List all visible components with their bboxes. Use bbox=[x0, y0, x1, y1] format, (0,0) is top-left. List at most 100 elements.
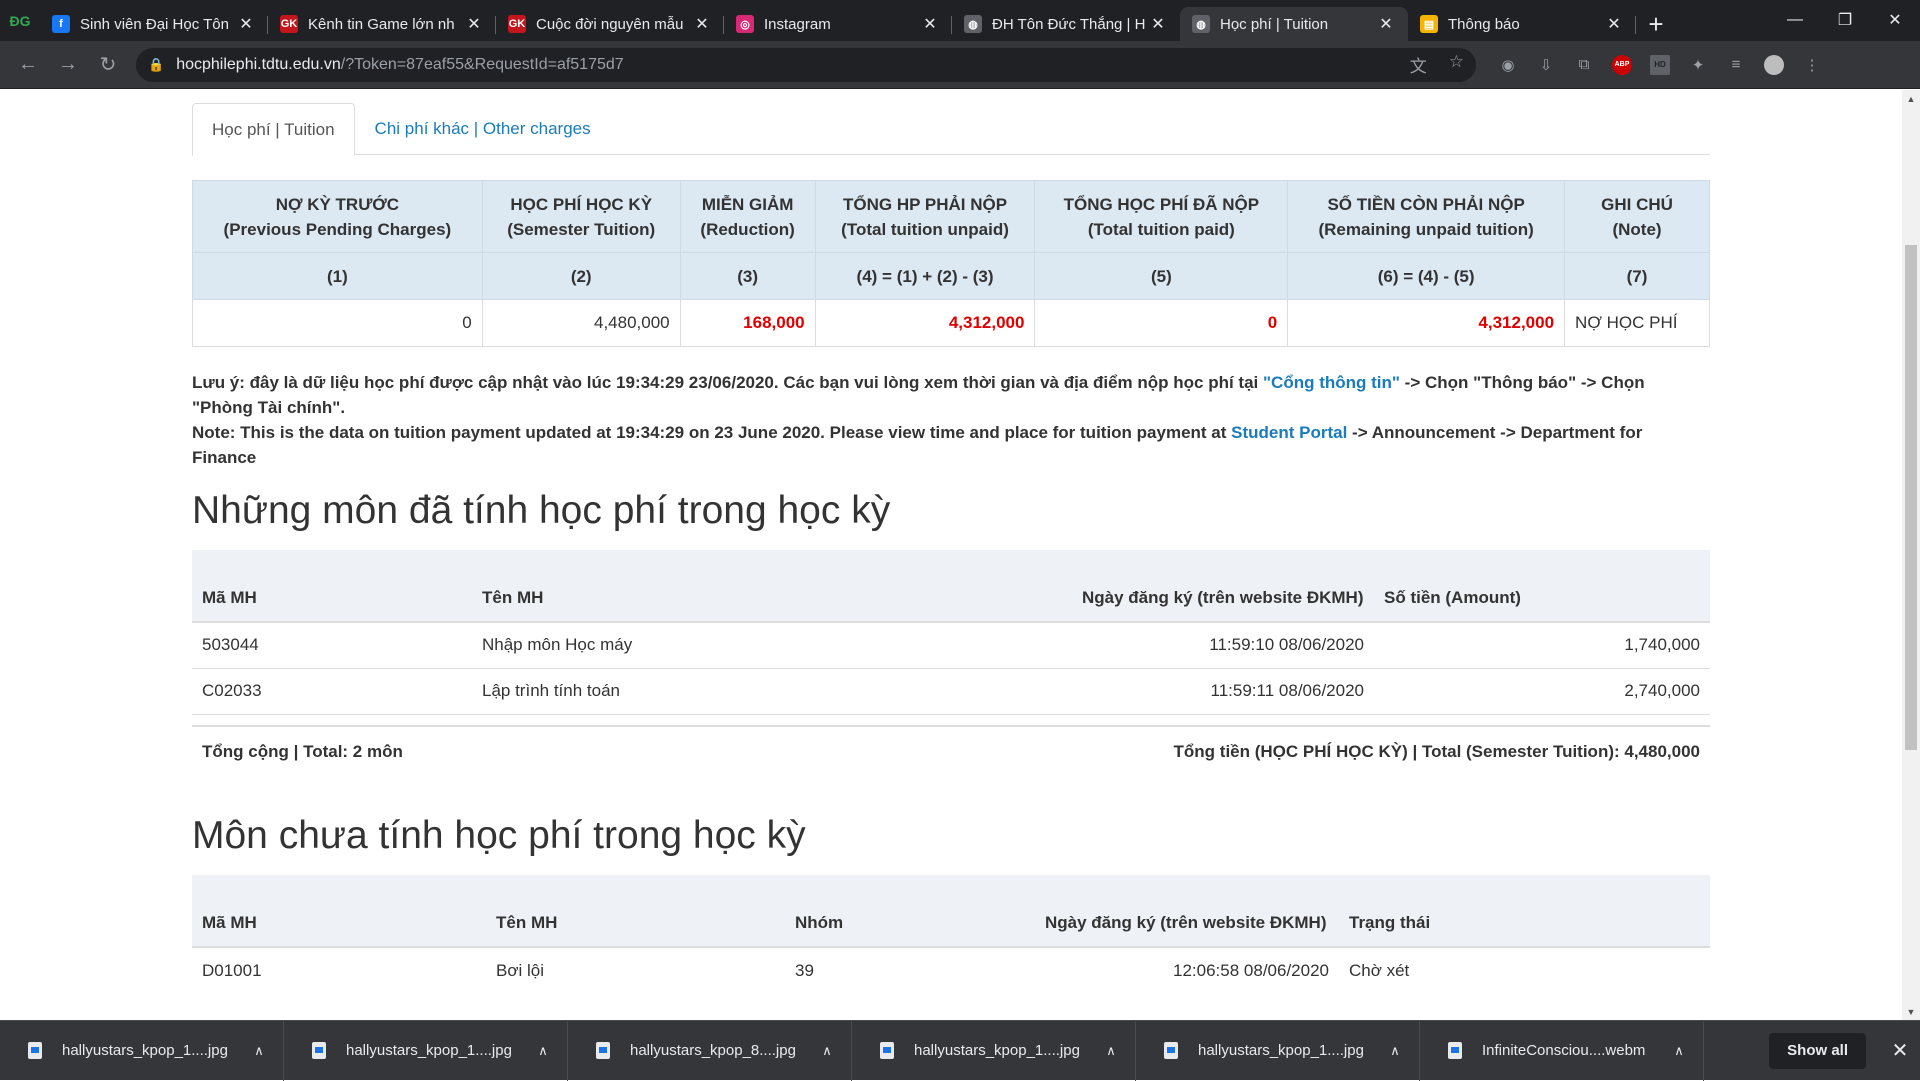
download-filename: InfiniteConsciou....webm bbox=[1482, 1042, 1646, 1059]
total-count: Tổng cộng | Total: 2 môn bbox=[192, 725, 1072, 777]
browser-tab[interactable]: GK Kênh tin Game lớn nh ✕ bbox=[268, 7, 496, 41]
fee-formula-cell: (5) bbox=[1034, 252, 1289, 300]
tuition-notice: Lưu ý: đây là dữ liệu học phí được cập n… bbox=[192, 370, 1710, 470]
file-icon bbox=[1164, 1042, 1178, 1059]
translate-icon[interactable]: 文 bbox=[1410, 52, 1427, 77]
restore-icon[interactable]: ❐ bbox=[1820, 0, 1870, 40]
browser-tab[interactable]: ◍ Học phí | Tuition ✕ bbox=[1180, 7, 1408, 41]
col-name: Tên MH bbox=[472, 550, 1072, 623]
chevron-up-icon[interactable]: ∧ bbox=[249, 1043, 269, 1059]
chevron-up-icon[interactable]: ∧ bbox=[1385, 1043, 1405, 1059]
chevron-up-icon[interactable]: ∧ bbox=[533, 1043, 553, 1059]
fee-header-vi: GHI CHÚ bbox=[1601, 194, 1673, 214]
fee-header-cell: HỌC PHÍ HỌC KỲ (Semester Tuition) bbox=[481, 180, 681, 253]
download-item[interactable]: hallyustars_kpop_1....jpg ∧ bbox=[852, 1020, 1136, 1081]
browser-tab[interactable]: ◍ ĐH Tôn Đức Thắng | H ✕ bbox=[952, 7, 1180, 41]
close-tab-icon[interactable]: ✕ bbox=[1604, 14, 1624, 34]
student-portal-link[interactable]: Student Portal bbox=[1231, 423, 1347, 442]
address-bar[interactable]: 🔒 hocphilephi.tdtu.edu.vn /?Token=87eaf5… bbox=[136, 47, 1476, 82]
col-date: Ngày đăng ký (trên website ĐKMH) bbox=[1035, 875, 1339, 948]
scroll-down-icon[interactable]: ▼ bbox=[1902, 1003, 1920, 1020]
table-row: C02033 Lập trình tính toán 11:59:11 08/06/… bbox=[192, 667, 1710, 714]
download-item[interactable]: hallyustars_kpop_1....jpg ∧ bbox=[1136, 1020, 1420, 1081]
fee-formula-cell: (1) bbox=[192, 252, 483, 300]
registration-date: 11:59:10 08/06/2020 bbox=[1072, 621, 1374, 668]
pinned-tab[interactable]: ĐG bbox=[0, 0, 40, 41]
tab-other-charges[interactable]: Chi phí khác | Other charges bbox=[355, 103, 611, 155]
extension-copy-icon[interactable]: ⧉ bbox=[1574, 55, 1594, 75]
file-icon bbox=[312, 1042, 326, 1059]
notice-english: Note: This is the data on tuition paymen… bbox=[192, 423, 1643, 467]
fee-header-vi: SỐ TIỀN CÒN PHẢI NỘP bbox=[1327, 194, 1525, 214]
media-queue-icon[interactable]: ≡ bbox=[1726, 55, 1746, 75]
browser-tab[interactable]: f Sinh viên Đại Học Tôn ✕ bbox=[40, 7, 268, 41]
browser-tab[interactable]: GK Cuộc đời nguyên mẫu ✕ bbox=[496, 7, 724, 41]
notice-vietnamese: Lưu ý: đây là dữ liệu học phí được cập n… bbox=[192, 373, 1645, 417]
download-filename: hallyustars_kpop_1....jpg bbox=[346, 1042, 512, 1059]
page-content: Học phí | Tuition Chi phí khác | Other c… bbox=[0, 90, 1902, 1020]
close-download-bar-icon[interactable]: ✕ bbox=[1880, 1038, 1920, 1063]
show-all-button[interactable]: Show all bbox=[1769, 1032, 1866, 1069]
col-name: Tên MH bbox=[486, 875, 785, 948]
table-row: D01001 Bơi lội 39 12:06:58 08/06/2020 Chờ xé… bbox=[192, 946, 1710, 993]
scrollbar-thumb[interactable] bbox=[1905, 245, 1917, 750]
facebook-icon: f bbox=[52, 15, 70, 33]
close-tab-icon[interactable]: ✕ bbox=[1376, 14, 1396, 34]
course-code: D01001 bbox=[192, 946, 486, 993]
browser-tab-title: Cuộc đời nguyên mẫu bbox=[536, 15, 684, 33]
instagram-icon: ◎ bbox=[736, 15, 754, 33]
tab-tuition[interactable]: Học phí | Tuition bbox=[192, 103, 355, 156]
forward-arrow-icon[interactable]: → bbox=[48, 45, 88, 85]
browser-tab[interactable]: ▤ Thông báo ✕ bbox=[1408, 7, 1636, 41]
fee-header-vi: NỢ KỲ TRƯỚC bbox=[275, 194, 400, 214]
browser-tab-title: Kênh tin Game lớn nh bbox=[308, 15, 455, 33]
back-arrow-icon[interactable]: ← bbox=[8, 45, 48, 85]
download-item[interactable]: hallyustars_kpop_1....jpg ∧ bbox=[0, 1020, 284, 1081]
close-tab-icon[interactable]: ✕ bbox=[692, 14, 712, 34]
browser-tab-title: Thông báo bbox=[1448, 15, 1520, 33]
close-tab-icon[interactable]: ✕ bbox=[236, 14, 256, 34]
browser-tab-title: Instagram bbox=[764, 15, 831, 33]
col-date: Ngày đăng ký (trên website ĐKMH) bbox=[1072, 550, 1374, 623]
portal-link-vi[interactable]: "Cổng thông tin" bbox=[1263, 373, 1400, 392]
fee-header-vi: MIỄN GIẢM bbox=[701, 194, 794, 214]
fee-header-cell: GHI CHÚ (Note) bbox=[1564, 180, 1710, 253]
download-bar: hallyustars_kpop_1....jpg ∧ hallyustars_kp… bbox=[0, 1020, 1920, 1081]
browser-tab[interactable]: ◎ Instagram ✕ bbox=[724, 7, 952, 41]
extension-download-icon[interactable]: ⇩ bbox=[1536, 55, 1556, 75]
chevron-up-icon[interactable]: ∧ bbox=[817, 1043, 837, 1059]
fee-value-cell: 4,480,000 bbox=[481, 299, 681, 347]
close-window-icon[interactable]: ✕ bbox=[1870, 0, 1920, 40]
extension-record-icon[interactable]: ◉ bbox=[1498, 55, 1518, 75]
notice-icon: ▤ bbox=[1420, 15, 1438, 33]
chevron-up-icon[interactable]: ∧ bbox=[1101, 1043, 1121, 1059]
url-host: hocphilephi.tdtu.edu.vn bbox=[176, 55, 341, 73]
scroll-up-icon[interactable]: ▲ bbox=[1902, 90, 1920, 107]
close-tab-icon[interactable]: ✕ bbox=[920, 14, 940, 34]
adblock-icon[interactable]: ABP bbox=[1612, 54, 1632, 75]
download-item[interactable]: InfiniteConsciou....webm ∧ bbox=[1420, 1020, 1704, 1081]
table-spacer-row bbox=[192, 713, 1710, 726]
window-controls: — ❐ ✕ bbox=[1770, 0, 1920, 40]
fee-header-en: (Total tuition paid) bbox=[1087, 219, 1235, 239]
col-code: Mã MH bbox=[192, 875, 486, 948]
bookmark-star-icon[interactable]: ☆ bbox=[1449, 52, 1464, 77]
profile-avatar[interactable] bbox=[1764, 54, 1784, 75]
download-filename: hallyustars_kpop_1....jpg bbox=[62, 1042, 228, 1059]
page-scrollbar[interactable]: ▲ ▼ bbox=[1902, 90, 1920, 1020]
course-name: Bơi lội bbox=[486, 946, 785, 993]
hd-extension-icon[interactable]: HD bbox=[1650, 54, 1670, 75]
fee-value-cell: 4,312,000 bbox=[814, 299, 1036, 347]
download-item[interactable]: hallyustars_kpop_1....jpg ∧ bbox=[284, 1020, 568, 1081]
download-item[interactable]: hallyustars_kpop_8....jpg ∧ bbox=[568, 1020, 852, 1081]
close-tab-icon[interactable]: ✕ bbox=[464, 14, 484, 34]
chevron-up-icon[interactable]: ∧ bbox=[1669, 1043, 1689, 1059]
fee-header-en: (Note) bbox=[1612, 219, 1662, 239]
new-tab-button[interactable]: + bbox=[1636, 7, 1676, 41]
puzzle-extensions-icon[interactable]: ✦ bbox=[1688, 55, 1708, 75]
minimize-icon[interactable]: — bbox=[1770, 0, 1820, 40]
close-tab-icon[interactable]: ✕ bbox=[1148, 14, 1168, 34]
menu-kebab-icon[interactable]: ⋮ bbox=[1802, 55, 1822, 75]
reload-icon[interactable]: ↻ bbox=[88, 45, 128, 85]
course-code: 503044 bbox=[192, 621, 472, 668]
